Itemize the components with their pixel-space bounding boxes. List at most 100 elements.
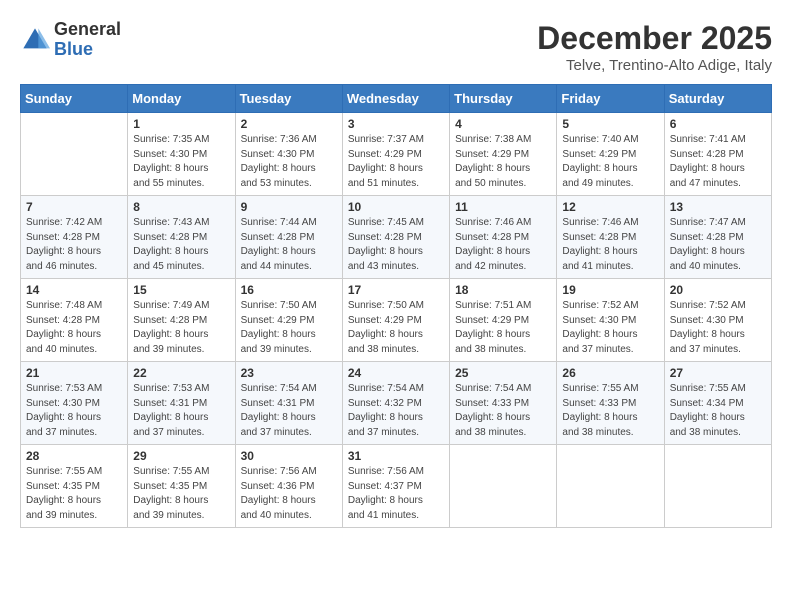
calendar-cell: 13 Sunrise: 7:47 AM Sunset: 4:28 PM Dayli… [664,196,771,279]
day-number: 21 [26,366,122,380]
day-detail: Sunrise: 7:50 AM Sunset: 4:29 PM Dayligh… [348,299,444,357]
day-detail: Sunrise: 7:55 AM Sunset: 4:35 PM Dayligh… [26,465,122,523]
calendar-cell: 12 Sunrise: 7:46 AM Sunset: 4:28 PM Dayli… [557,196,664,279]
day-detail: Sunrise: 7:50 AM Sunset: 4:29 PM Dayligh… [241,299,337,357]
calendar-cell: 27Sunrise: 7:55 AM Sunset: 4:34 PM Dayli… [664,362,771,445]
calendar-week-5: 28Sunrise: 7:55 AM Sunset: 4:35 PM Dayli… [21,445,772,528]
calendar-cell: 16 Sunrise: 7:50 AM Sunset: 4:29 PM Dayli… [235,279,342,362]
calendar-cell: 2 Sunrise: 7:36 AM Sunset: 4:30 PM Daylig… [235,113,342,196]
day-number: 3 [348,117,444,131]
calendar-cell: 20 Sunrise: 7:52 AM Sunset: 4:30 PM Dayli… [664,279,771,362]
day-number: 8 [133,200,229,214]
calendar-cell: 21Sunrise: 7:53 AM Sunset: 4:30 PM Dayli… [21,362,128,445]
weekday-header-row: SundayMondayTuesdayWednesdayThursdayFrid… [21,85,772,113]
day-number: 10 [348,200,444,214]
day-number: 13 [670,200,766,214]
day-detail: Sunrise: 7:55 AM Sunset: 4:33 PM Dayligh… [562,382,658,440]
day-detail: Sunrise: 7:56 AM Sunset: 4:37 PM Dayligh… [348,465,444,523]
calendar-cell: 31 Sunrise: 7:56 AM Sunset: 4:37 PM Dayli… [342,445,449,528]
day-detail: Sunrise: 7:47 AM Sunset: 4:28 PM Dayligh… [670,216,766,274]
day-number: 26 [562,366,658,380]
calendar-cell: 7Sunrise: 7:42 AM Sunset: 4:28 PM Daylig… [21,196,128,279]
day-number: 9 [241,200,337,214]
day-detail: Sunrise: 7:46 AM Sunset: 4:28 PM Dayligh… [455,216,551,274]
day-number: 5 [562,117,658,131]
day-detail: Sunrise: 7:55 AM Sunset: 4:34 PM Dayligh… [670,382,766,440]
day-detail: Sunrise: 7:51 AM Sunset: 4:29 PM Dayligh… [455,299,551,357]
day-number: 6 [670,117,766,131]
calendar-cell: 18Sunrise: 7:51 AM Sunset: 4:29 PM Dayli… [450,279,557,362]
weekday-header-wednesday: Wednesday [342,85,449,113]
calendar-cell: 30Sunrise: 7:56 AM Sunset: 4:36 PM Dayli… [235,445,342,528]
day-number: 4 [455,117,551,131]
day-number: 7 [26,200,122,214]
calendar-week-1: 1 Sunrise: 7:35 AM Sunset: 4:30 PM Daylig… [21,113,772,196]
day-number: 23 [241,366,337,380]
day-detail: Sunrise: 7:46 AM Sunset: 4:28 PM Dayligh… [562,216,658,274]
day-detail: Sunrise: 7:48 AM Sunset: 4:28 PM Dayligh… [26,299,122,357]
calendar-cell: 14 Sunrise: 7:48 AM Sunset: 4:28 PM Dayli… [21,279,128,362]
calendar-cell: 10 Sunrise: 7:45 AM Sunset: 4:28 PM Dayli… [342,196,449,279]
logo-text: General Blue [54,20,121,60]
calendar-cell [21,113,128,196]
month-year-title: December 2025 [537,20,772,57]
calendar-cell: 24Sunrise: 7:54 AM Sunset: 4:32 PM Dayli… [342,362,449,445]
day-number: 22 [133,366,229,380]
day-number: 25 [455,366,551,380]
day-detail: Sunrise: 7:36 AM Sunset: 4:30 PM Dayligh… [241,133,337,191]
day-number: 12 [562,200,658,214]
calendar-cell: 1 Sunrise: 7:35 AM Sunset: 4:30 PM Daylig… [128,113,235,196]
weekday-header-monday: Monday [128,85,235,113]
weekday-header-friday: Friday [557,85,664,113]
logo-icon [20,25,50,55]
calendar-cell [557,445,664,528]
calendar-week-4: 21Sunrise: 7:53 AM Sunset: 4:30 PM Dayli… [21,362,772,445]
day-number: 16 [241,283,337,297]
calendar-cell: 19Sunrise: 7:52 AM Sunset: 4:30 PM Dayli… [557,279,664,362]
calendar-week-2: 7Sunrise: 7:42 AM Sunset: 4:28 PM Daylig… [21,196,772,279]
calendar-cell: 28Sunrise: 7:55 AM Sunset: 4:35 PM Dayli… [21,445,128,528]
logo-blue-text: Blue [54,40,121,60]
day-detail: Sunrise: 7:55 AM Sunset: 4:35 PM Dayligh… [133,465,229,523]
day-number: 24 [348,366,444,380]
day-number: 2 [241,117,337,131]
day-detail: Sunrise: 7:41 AM Sunset: 4:28 PM Dayligh… [670,133,766,191]
location-subtitle: Telve, Trentino-Alto Adige, Italy [537,57,772,74]
calendar-cell: 23 Sunrise: 7:54 AM Sunset: 4:31 PM Dayli… [235,362,342,445]
day-number: 1 [133,117,229,131]
day-number: 11 [455,200,551,214]
page-header: General Blue December 2025 Telve, Trenti… [20,20,772,74]
calendar-cell [450,445,557,528]
calendar-cell: 8 Sunrise: 7:43 AM Sunset: 4:28 PM Daylig… [128,196,235,279]
calendar-cell: 6 Sunrise: 7:41 AM Sunset: 4:28 PM Daylig… [664,113,771,196]
day-number: 20 [670,283,766,297]
calendar-cell: 26 Sunrise: 7:55 AM Sunset: 4:33 PM Dayli… [557,362,664,445]
weekday-header-tuesday: Tuesday [235,85,342,113]
day-number: 31 [348,449,444,463]
day-detail: Sunrise: 7:35 AM Sunset: 4:30 PM Dayligh… [133,133,229,191]
logo: General Blue [20,20,121,60]
day-number: 17 [348,283,444,297]
calendar-cell: 15Sunrise: 7:49 AM Sunset: 4:28 PM Dayli… [128,279,235,362]
weekday-header-saturday: Saturday [664,85,771,113]
calendar-cell: 29Sunrise: 7:55 AM Sunset: 4:35 PM Dayli… [128,445,235,528]
day-number: 14 [26,283,122,297]
calendar-cell [664,445,771,528]
day-detail: Sunrise: 7:49 AM Sunset: 4:28 PM Dayligh… [133,299,229,357]
calendar-cell: 9 Sunrise: 7:44 AM Sunset: 4:28 PM Daylig… [235,196,342,279]
calendar-cell: 3 Sunrise: 7:37 AM Sunset: 4:29 PM Daylig… [342,113,449,196]
day-detail: Sunrise: 7:43 AM Sunset: 4:28 PM Dayligh… [133,216,229,274]
day-detail: Sunrise: 7:45 AM Sunset: 4:28 PM Dayligh… [348,216,444,274]
weekday-header-thursday: Thursday [450,85,557,113]
calendar-table: SundayMondayTuesdayWednesdayThursdayFrid… [20,84,772,528]
day-detail: Sunrise: 7:40 AM Sunset: 4:29 PM Dayligh… [562,133,658,191]
weekday-header-sunday: Sunday [21,85,128,113]
day-detail: Sunrise: 7:37 AM Sunset: 4:29 PM Dayligh… [348,133,444,191]
day-number: 19 [562,283,658,297]
calendar-week-3: 14 Sunrise: 7:48 AM Sunset: 4:28 PM Dayli… [21,279,772,362]
day-detail: Sunrise: 7:54 AM Sunset: 4:33 PM Dayligh… [455,382,551,440]
day-detail: Sunrise: 7:52 AM Sunset: 4:30 PM Dayligh… [670,299,766,357]
calendar-cell: 22Sunrise: 7:53 AM Sunset: 4:31 PM Dayli… [128,362,235,445]
day-detail: Sunrise: 7:44 AM Sunset: 4:28 PM Dayligh… [241,216,337,274]
day-detail: Sunrise: 7:54 AM Sunset: 4:31 PM Dayligh… [241,382,337,440]
